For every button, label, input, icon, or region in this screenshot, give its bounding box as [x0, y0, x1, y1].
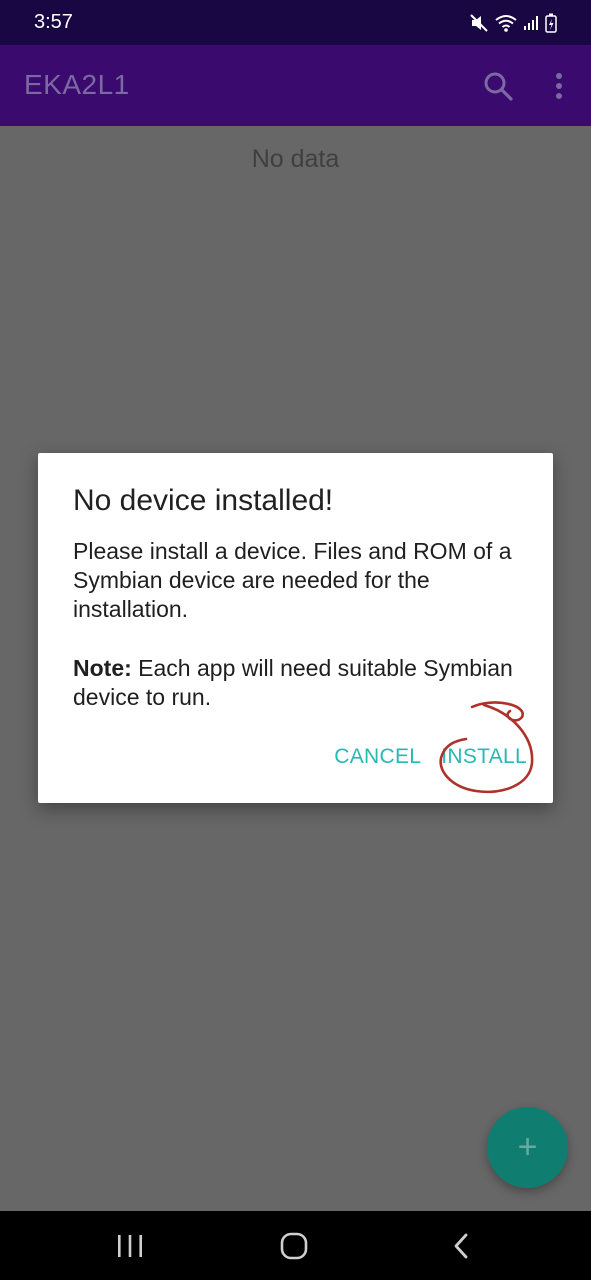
status-bar: 3:57 — [0, 0, 591, 45]
no-device-dialog: No device installed! Please install a de… — [38, 453, 553, 803]
plus-icon: + — [517, 1128, 538, 1166]
install-button[interactable]: INSTALL — [441, 745, 527, 769]
home-icon[interactable] — [279, 1231, 309, 1261]
navigation-bar — [0, 1211, 591, 1280]
dialog-actions: CANCEL INSTALL — [334, 745, 527, 769]
app-bar: EKA2L1 — [0, 45, 591, 126]
add-fab-button[interactable]: + — [487, 1107, 568, 1188]
dialog-title: No device installed! — [73, 484, 334, 517]
status-icons — [469, 13, 557, 33]
back-icon[interactable] — [449, 1231, 473, 1261]
screen: 3:57 EKA2L1 No data No device installed!… — [0, 0, 591, 1280]
recent-apps-icon[interactable] — [115, 1233, 145, 1259]
more-vert-icon[interactable] — [547, 69, 571, 103]
signal-icon — [523, 15, 539, 31]
dialog-note-label: Note: — [73, 655, 132, 681]
battery-icon — [545, 13, 557, 33]
cancel-button[interactable]: CANCEL — [334, 745, 421, 769]
empty-state-text: No data — [251, 145, 340, 173]
dialog-message: Please install a device. Files and ROM o… — [73, 538, 512, 622]
wifi-icon — [495, 14, 517, 32]
search-icon[interactable] — [481, 69, 515, 103]
status-time: 3:57 — [34, 11, 73, 33]
dialog-note: Note: Each app will need suitable Symbia… — [73, 654, 528, 712]
app-title: EKA2L1 — [24, 69, 130, 100]
dialog-note-text: Each app will need suitable Symbian devi… — [73, 655, 513, 710]
mute-icon — [469, 13, 489, 33]
